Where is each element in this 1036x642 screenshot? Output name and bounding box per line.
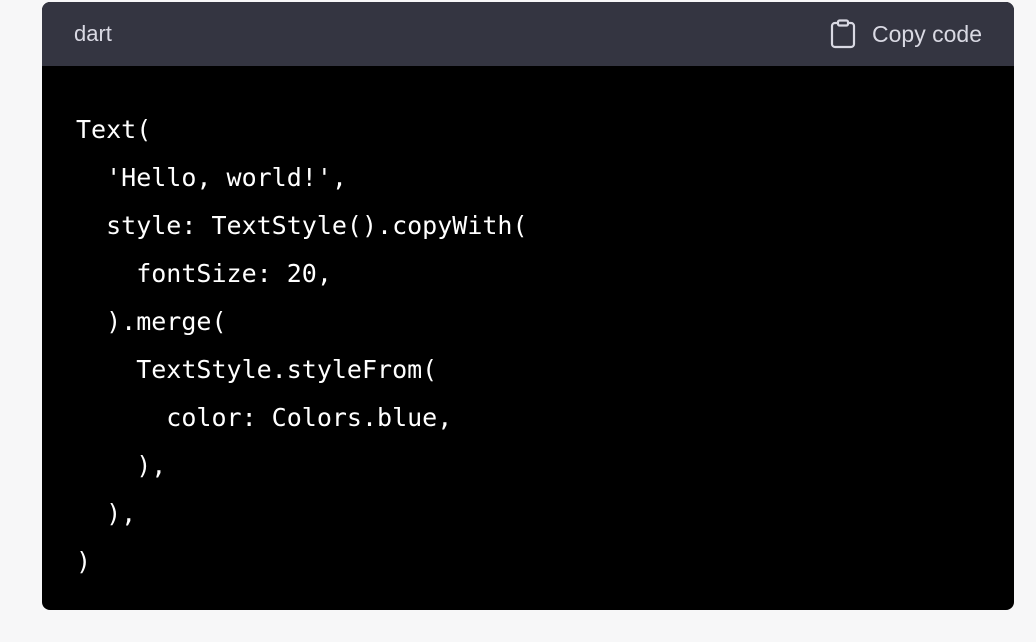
code-body: Text( 'Hello, world!', style: TextStyle(… bbox=[42, 66, 1014, 586]
copy-code-button[interactable]: Copy code bbox=[830, 19, 982, 49]
code-text: Text( 'Hello, world!', style: TextStyle(… bbox=[76, 115, 528, 576]
language-label: dart bbox=[74, 21, 112, 46]
code-block: dart Copy code Text( 'Hello, world!', st… bbox=[42, 2, 1014, 610]
code-block-header: dart Copy code bbox=[42, 2, 1014, 66]
copy-code-label: Copy code bbox=[872, 20, 982, 47]
clipboard-icon bbox=[830, 19, 856, 49]
